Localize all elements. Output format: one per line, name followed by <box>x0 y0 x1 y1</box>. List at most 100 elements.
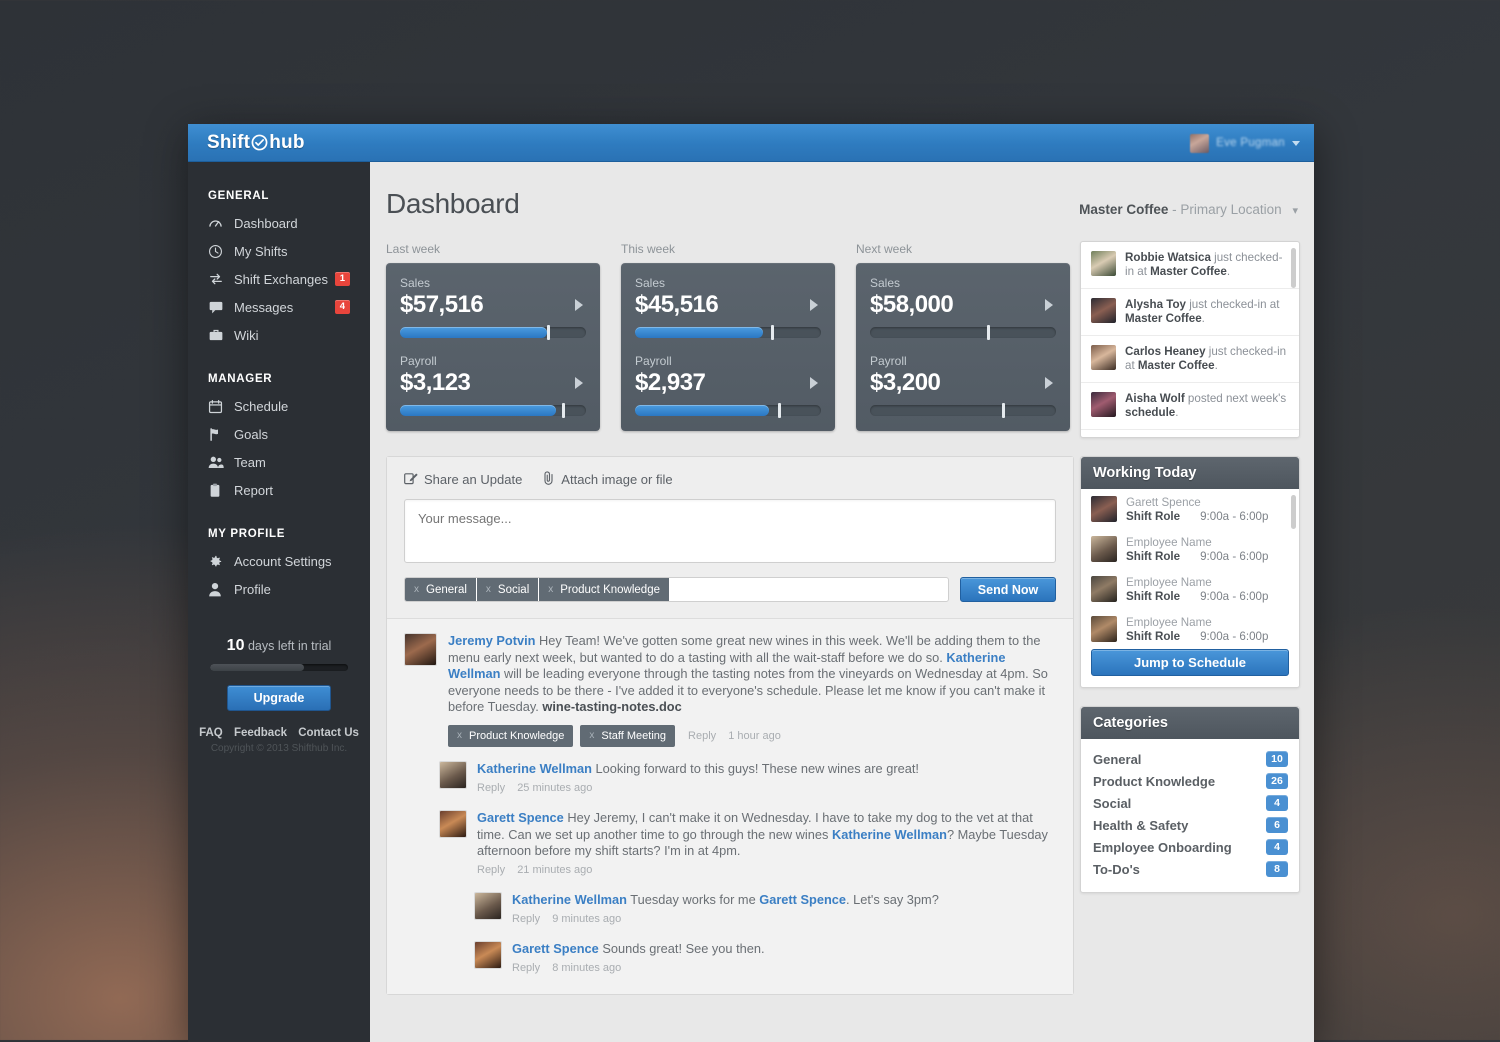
category-count: 4 <box>1266 839 1288 855</box>
scrollbar-thumb[interactable] <box>1291 248 1296 288</box>
remove-tag-icon[interactable]: x <box>457 728 462 745</box>
share-update-button[interactable]: Share an Update <box>404 471 522 488</box>
sidebar-item-team[interactable]: Team <box>188 448 370 476</box>
activity-person[interactable]: Alysha Toy <box>1125 298 1186 311</box>
chevron-right-icon[interactable] <box>810 299 818 311</box>
reply-time: 8 minutes ago <box>552 961 622 974</box>
reply-link[interactable]: Reply <box>512 962 540 974</box>
activity-person[interactable]: Aisha Wolf <box>1125 392 1185 405</box>
chevron-right-icon[interactable] <box>1045 377 1053 389</box>
remove-tag-icon[interactable]: x <box>414 584 419 595</box>
metric-sales[interactable]: Sales $58,000 <box>870 276 1056 340</box>
sidebar-item-profile[interactable]: Profile <box>188 575 370 603</box>
activity-item[interactable]: Carlos Heaney just checked-in at Master … <box>1081 336 1299 383</box>
message-input[interactable] <box>404 499 1056 563</box>
attach-file-button[interactable]: Attach image or file <box>542 471 673 488</box>
upgrade-button[interactable]: Upgrade <box>227 685 331 711</box>
activity-list[interactable]: Robbie Watsica just checked-in at Master… <box>1081 242 1299 437</box>
sidebar-group-title: MANAGER <box>208 373 273 385</box>
working-row[interactable]: Employee Name Shift Role 9:00a - 6:00p <box>1081 609 1299 649</box>
post-text-2: will be leading everyone through the tas… <box>448 666 1048 714</box>
reply-author[interactable]: Katherine Wellman <box>477 761 592 776</box>
page-header: Dashboard Master Coffee - Primary Locati… <box>386 188 1298 220</box>
sidebar-item-my-shifts[interactable]: My Shifts <box>188 237 370 265</box>
reply-link[interactable]: Reply <box>688 730 716 742</box>
chevron-right-icon[interactable] <box>575 377 583 389</box>
sidebar-item-report[interactable]: Report <box>188 476 370 504</box>
sidebar-item-dashboard[interactable]: Dashboard <box>188 209 370 237</box>
shift-role: Shift Role 9:00a - 6:00p <box>1126 510 1268 523</box>
categories-list: General 10 Product Knowledge 26 Social 4 <box>1081 739 1299 892</box>
tag-chip-social[interactable]: x Social <box>476 578 540 601</box>
shift-role-label: Shift Role <box>1126 590 1181 603</box>
activity-person[interactable]: Carlos Heaney <box>1125 345 1206 358</box>
remove-tag-icon[interactable]: x <box>486 584 491 595</box>
location-picker[interactable]: Master Coffee - Primary Location ▾ <box>1079 202 1298 217</box>
category-item-general[interactable]: General 10 <box>1081 748 1299 770</box>
metric-payroll[interactable]: Payroll $3,123 <box>400 354 586 418</box>
chevron-right-icon[interactable] <box>575 299 583 311</box>
sidebar-item-goals[interactable]: Goals <box>188 420 370 448</box>
app-logo[interactable]: Shift hub <box>207 132 305 154</box>
working-row[interactable]: Employee Name Shift Role 9:00a - 6:00p <box>1081 569 1299 609</box>
activity-item[interactable]: Aisha Wolf posted next week's schedule. <box>1081 383 1299 430</box>
activity-person[interactable]: Robbie Watsica <box>1125 251 1211 264</box>
metric-meter <box>400 325 586 340</box>
activity-item[interactable]: Alysha Toy just checked-in at Master Cof… <box>1081 289 1299 336</box>
working-row[interactable]: Employee Name Shift Role 9:00a - 6:00p <box>1081 529 1299 569</box>
post-tag-staff-meeting[interactable]: x Staff Meeting <box>580 724 676 747</box>
chevron-right-icon[interactable] <box>810 377 818 389</box>
tag-chip-general[interactable]: x General <box>405 578 477 601</box>
metric-sales[interactable]: Sales $57,516 <box>400 276 586 340</box>
post-tag-product-knowledge[interactable]: x Product Knowledge <box>448 724 574 747</box>
card-period-label: This week <box>621 242 676 256</box>
metric-sales[interactable]: Sales $45,516 <box>635 276 821 340</box>
reply-item: Katherine Wellman Looking forward to thi… <box>439 761 1056 796</box>
sidebar-item-schedule[interactable]: Schedule <box>188 392 370 420</box>
clock-icon <box>208 244 225 259</box>
jump-to-schedule-button[interactable]: Jump to Schedule <box>1091 649 1289 676</box>
activity-text: Robbie Watsica just checked-in at Master… <box>1125 251 1287 279</box>
working-today-list[interactable]: Garett Spence Shift Role 9:00a - 6:00p Em… <box>1081 489 1299 649</box>
activity-item[interactable]: Robbie Watsica just checked-in at Master… <box>1081 242 1299 289</box>
category-item-product-knowledge[interactable]: Product Knowledge 26 <box>1081 770 1299 792</box>
category-item-to-dos[interactable]: To-Do's 8 <box>1081 858 1299 880</box>
send-now-button[interactable]: Send Now <box>960 577 1056 602</box>
faq-link[interactable]: FAQ <box>199 727 223 739</box>
category-count: 26 <box>1266 773 1288 789</box>
metric-payroll[interactable]: Payroll $3,200 <box>870 354 1056 418</box>
reply-link[interactable]: Reply <box>512 913 540 925</box>
working-row[interactable]: Garett Spence Shift Role 9:00a - 6:00p <box>1081 489 1299 529</box>
reply-author[interactable]: Garett Spence <box>477 810 564 825</box>
category-item-social[interactable]: Social 4 <box>1081 792 1299 814</box>
sidebar-item-shift-exchanges[interactable]: Shift Exchanges 1 <box>188 265 370 293</box>
reply-author[interactable]: Garett Spence <box>512 941 599 956</box>
sidebar-item-wiki[interactable]: Wiki <box>188 321 370 349</box>
category-item-employee-onboarding[interactable]: Employee Onboarding 4 <box>1081 836 1299 858</box>
contact-us-link[interactable]: Contact Us <box>298 727 359 739</box>
reply-mention[interactable]: Garett Spence <box>759 892 846 907</box>
metric-name: Payroll <box>870 354 907 368</box>
feedback-link[interactable]: Feedback <box>234 727 287 739</box>
reply-link[interactable]: Reply <box>477 864 505 876</box>
sidebar-item-account-settings[interactable]: Account Settings <box>188 547 370 575</box>
remove-tag-icon[interactable]: x <box>589 728 594 745</box>
category-item-health-safety[interactable]: Health & Safety 6 <box>1081 814 1299 836</box>
activity-item[interactable]: Jena Schowalter just checked-in at Maste… <box>1081 430 1299 437</box>
scrollbar-thumb[interactable] <box>1291 495 1296 529</box>
reply-mention[interactable]: Katherine Wellman <box>832 827 947 842</box>
remove-tag-icon[interactable]: x <box>548 584 553 595</box>
reply-author[interactable]: Katherine Wellman <box>512 892 627 907</box>
post-author[interactable]: Jeremy Potvin <box>448 633 536 648</box>
tag-input-field[interactable]: x General x Social x Product Knowledge <box>404 577 949 602</box>
user-menu[interactable]: Eve Pugman <box>1190 124 1300 162</box>
post-attachment[interactable]: wine-tasting-notes.doc <box>542 699 681 714</box>
metric-payroll[interactable]: Payroll $2,937 <box>635 354 821 418</box>
stat-card: Sales $45,516 Payroll $2,937 <box>621 263 835 431</box>
metric-value: $57,516 <box>400 291 484 318</box>
shift-role: Shift Role 9:00a - 6:00p <box>1126 550 1268 563</box>
sidebar-item-messages[interactable]: Messages 4 <box>188 293 370 321</box>
tag-chip-product-knowledge[interactable]: x Product Knowledge <box>539 578 670 601</box>
chevron-right-icon[interactable] <box>1045 299 1053 311</box>
reply-link[interactable]: Reply <box>477 782 505 794</box>
